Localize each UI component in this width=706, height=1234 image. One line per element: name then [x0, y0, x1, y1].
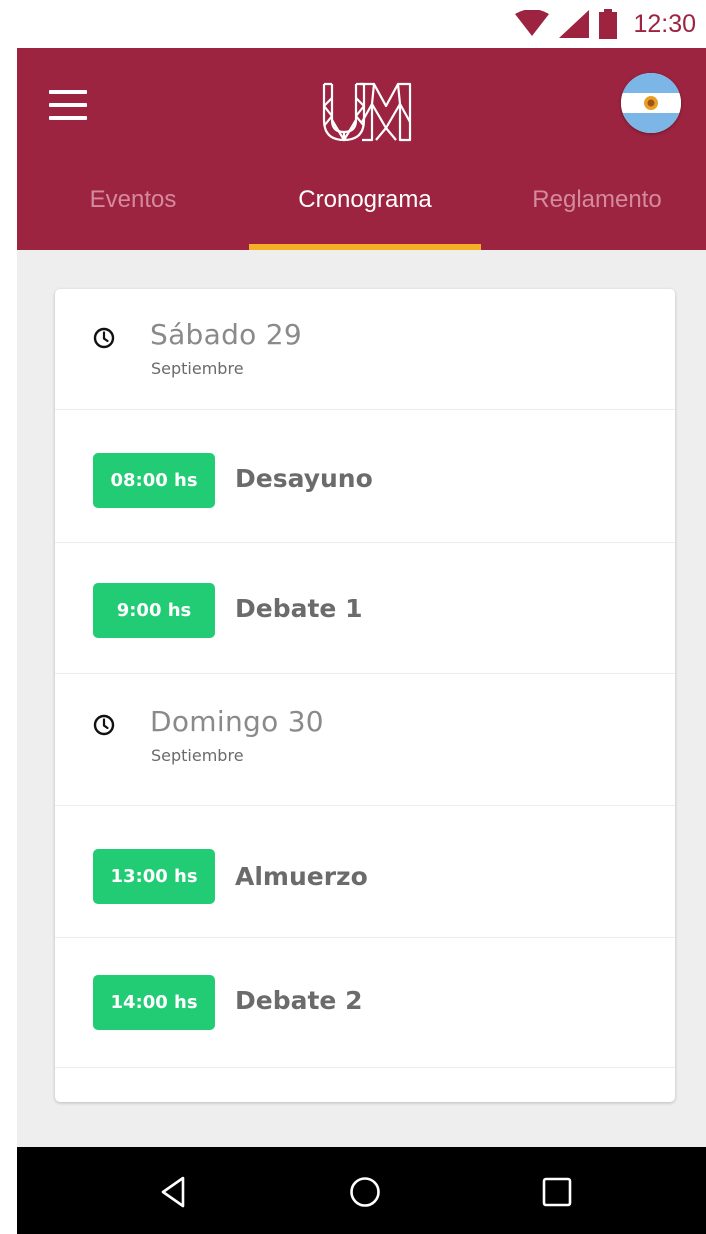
schedule-item[interactable]: 13:00 hs Almuerzo: [55, 806, 675, 938]
argentina-flag-icon[interactable]: [621, 73, 681, 133]
recents-icon[interactable]: [539, 1174, 575, 1210]
system-nav-bar: [17, 1147, 706, 1234]
back-icon[interactable]: [155, 1174, 191, 1210]
tab-bar: Eventos Cronograma Reglamento: [17, 168, 706, 250]
schedule-item[interactable]: 08:00 hs Desayuno: [55, 410, 675, 543]
tab-eventos[interactable]: Eventos: [90, 186, 177, 214]
day-title: Domingo 30: [150, 705, 324, 738]
battery-icon: [599, 9, 618, 39]
event-title: Almuerzo: [235, 862, 368, 891]
day-subtitle: Septiembre: [151, 746, 244, 765]
day-header: Domingo 30 Septiembre: [55, 674, 675, 806]
status-time: 12:30: [633, 9, 696, 38]
app-bar: Eventos Cronograma Reglamento: [17, 48, 706, 250]
clock-icon: [93, 714, 115, 736]
hamburger-menu-icon[interactable]: [49, 90, 87, 120]
schedule-item[interactable]: 14:00 hs Debate 2: [55, 938, 675, 1068]
day-header: Sábado 29 Septiembre: [55, 289, 675, 410]
tab-cronograma[interactable]: Cronograma: [298, 186, 431, 214]
event-title: Desayuno: [235, 464, 373, 493]
event-title: Debate 1: [235, 594, 363, 623]
day-subtitle: Septiembre: [151, 359, 244, 378]
home-icon[interactable]: [347, 1174, 383, 1210]
um-logo: [322, 82, 412, 142]
day-title: Sábado 29: [150, 318, 302, 351]
schedule-card: Sábado 29 Septiembre 08:00 hs Desayuno 9…: [55, 289, 675, 1102]
time-badge: 14:00 hs: [93, 975, 215, 1030]
time-badge: 13:00 hs: [93, 849, 215, 904]
cell-signal-icon: [559, 10, 590, 38]
schedule-item[interactable]: 9:00 hs Debate 1: [55, 543, 675, 674]
time-badge: 9:00 hs: [93, 583, 215, 638]
event-title: Debate 2: [235, 986, 363, 1015]
clock-icon: [93, 327, 115, 349]
tab-reglamento[interactable]: Reglamento: [532, 186, 661, 214]
status-icons: 12:30: [515, 8, 696, 40]
time-badge: 08:00 hs: [93, 453, 215, 508]
status-bar: 12:30: [0, 0, 706, 48]
wifi-icon: [515, 10, 550, 36]
